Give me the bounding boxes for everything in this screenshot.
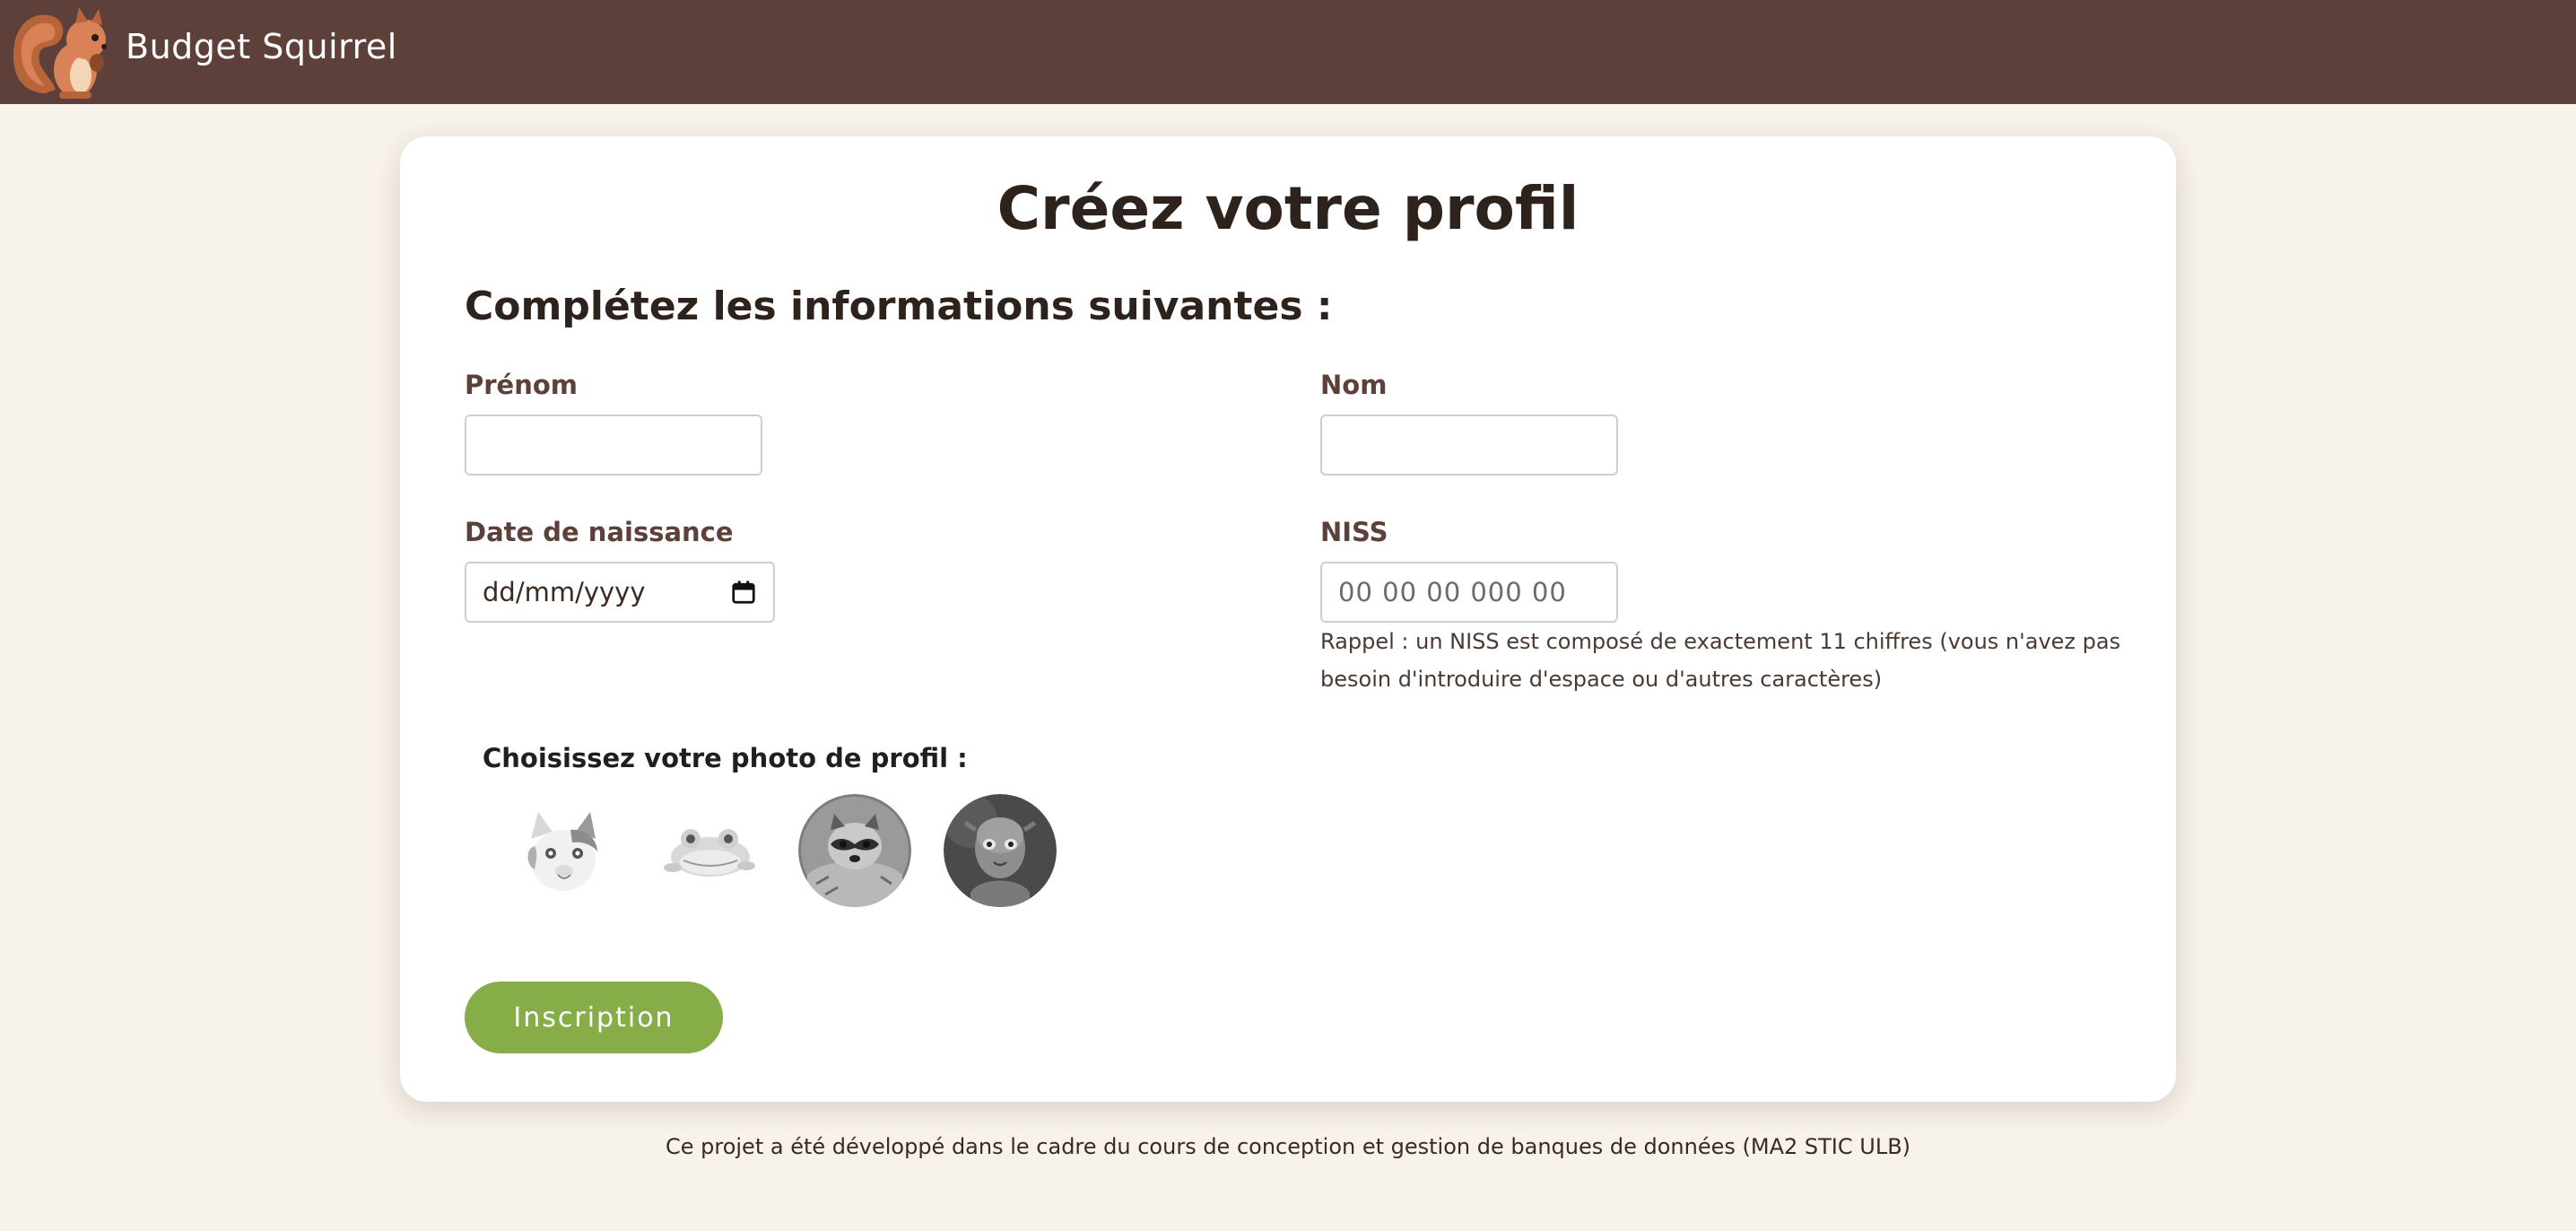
gollum-avatar[interactable]	[944, 794, 1057, 907]
brand-name[interactable]: Budget Squirrel	[126, 27, 397, 66]
footer-text: Ce projet a été développé dans le cadre …	[665, 1134, 1911, 1159]
date-placeholder: dd/mm/yyyy	[483, 577, 646, 607]
niss-hint: Rappel : un NISS est composé de exacteme…	[1320, 629, 2121, 692]
form-subtitle: Complétez les informations suivantes :	[465, 284, 1333, 329]
inscription-button[interactable]: Inscription	[465, 982, 723, 1053]
calendar-icon[interactable]	[730, 579, 757, 606]
top-navbar: Budget Squirrel	[0, 0, 2576, 104]
nom-input[interactable]	[1320, 415, 1618, 476]
nom-label: Nom	[1320, 370, 1388, 400]
profile-form-card: Créez votre profil Complétez les informa…	[400, 136, 2176, 1102]
niss-placeholder: 00 00 00 000 00	[1338, 577, 1567, 607]
photo-choice-label: Choisissez votre photo de profil :	[483, 743, 968, 773]
niss-input[interactable]: 00 00 00 000 00	[1320, 562, 1618, 623]
page-title: Créez votre profil	[996, 174, 1580, 243]
squirrel-icon[interactable]	[9, 4, 117, 100]
prenom-input[interactable]	[465, 415, 762, 476]
frog-avatar[interactable]	[653, 794, 766, 907]
date-naissance-label: Date de naissance	[465, 517, 734, 547]
niss-label: NISS	[1320, 517, 1388, 547]
raccoon-avatar[interactable]	[798, 794, 911, 907]
cat-avatar[interactable]	[508, 794, 621, 907]
date-naissance-input[interactable]: dd/mm/yyyy	[465, 562, 775, 623]
prenom-label: Prénom	[465, 370, 579, 400]
